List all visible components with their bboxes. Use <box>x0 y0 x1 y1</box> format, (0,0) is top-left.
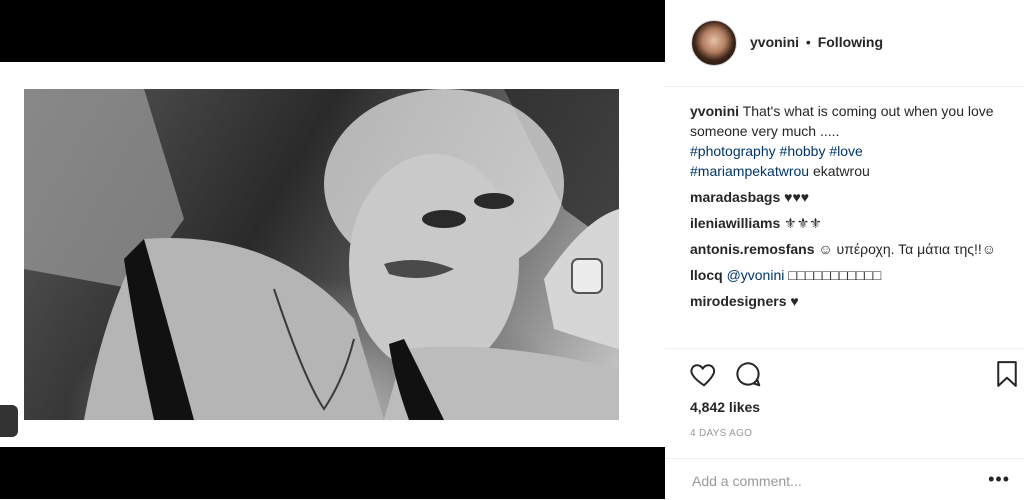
list-item: mirodesigners ♥ <box>690 291 1005 311</box>
header-separator: • <box>805 34 811 50</box>
comment-mention[interactable]: @yvonini <box>727 267 785 283</box>
hashtag-mariampekatwrou[interactable]: #mariampekatwrou <box>690 163 809 179</box>
heart-icon[interactable] <box>689 359 719 389</box>
comment-text: ⚜⚜⚜ <box>784 215 822 231</box>
comment-input[interactable] <box>690 467 964 495</box>
user-tag-icon[interactable] <box>0 405 18 437</box>
comment-text: ♥♥♥ <box>784 189 810 205</box>
comment-text: ☺ υπέροχη. Τα μάτια της!!☺ <box>818 241 997 257</box>
comment-icon[interactable] <box>733 359 763 389</box>
hashtag-love[interactable]: #love <box>829 143 862 159</box>
comment-text: ♥ <box>790 293 799 309</box>
likes-count[interactable]: 4,842 likes <box>690 399 760 415</box>
list-item: ileniawilliams ⚜⚜⚜ <box>690 213 1005 233</box>
list-item: antonis.remosfans ☺ υπέροχη. Τα μάτια τη… <box>690 239 1005 259</box>
comment-username[interactable]: antonis.remosfans <box>690 241 814 257</box>
caption-username[interactable]: yvonini <box>690 103 739 119</box>
following-button[interactable]: Following <box>818 34 883 50</box>
hashtag-photography[interactable]: #photography <box>690 143 776 159</box>
post-photo[interactable] <box>24 89 619 420</box>
add-comment-bar: ••• <box>665 458 1024 500</box>
avatar[interactable] <box>691 20 737 66</box>
caption-trailing: ekatwrou <box>812 163 870 179</box>
post-panel: yvonini • Following yvonini That's what … <box>665 0 1024 499</box>
comments-list: yvonini That's what is coming out when y… <box>690 101 1005 317</box>
header-username[interactable]: yvonini <box>750 34 799 50</box>
more-options-icon[interactable]: ••• <box>988 469 1010 490</box>
hashtag-hobby[interactable]: #hobby <box>780 143 826 159</box>
comment-text: □□□□□□□□□□□ <box>788 267 882 283</box>
comment-username[interactable]: mirodesigners <box>690 293 786 309</box>
comment-username[interactable]: llocq <box>690 267 723 283</box>
action-bar: 4,842 likes 4 DAYS AGO <box>665 348 1024 449</box>
caption: yvonini That's what is coming out when y… <box>690 101 1005 181</box>
bookmark-icon[interactable] <box>992 359 1022 389</box>
photo-illustration <box>24 89 619 420</box>
header-text: yvonini • Following <box>750 34 883 50</box>
comment-username[interactable]: ileniawilliams <box>690 215 780 231</box>
list-item: llocq @yvonini □□□□□□□□□□□ <box>690 265 1005 285</box>
media-area <box>0 0 665 499</box>
post-timestamp[interactable]: 4 DAYS AGO <box>690 428 752 439</box>
comment-username[interactable]: maradasbags <box>690 189 780 205</box>
list-item: maradasbags ♥♥♥ <box>690 187 1005 207</box>
post-header: yvonini • Following <box>665 0 1024 87</box>
